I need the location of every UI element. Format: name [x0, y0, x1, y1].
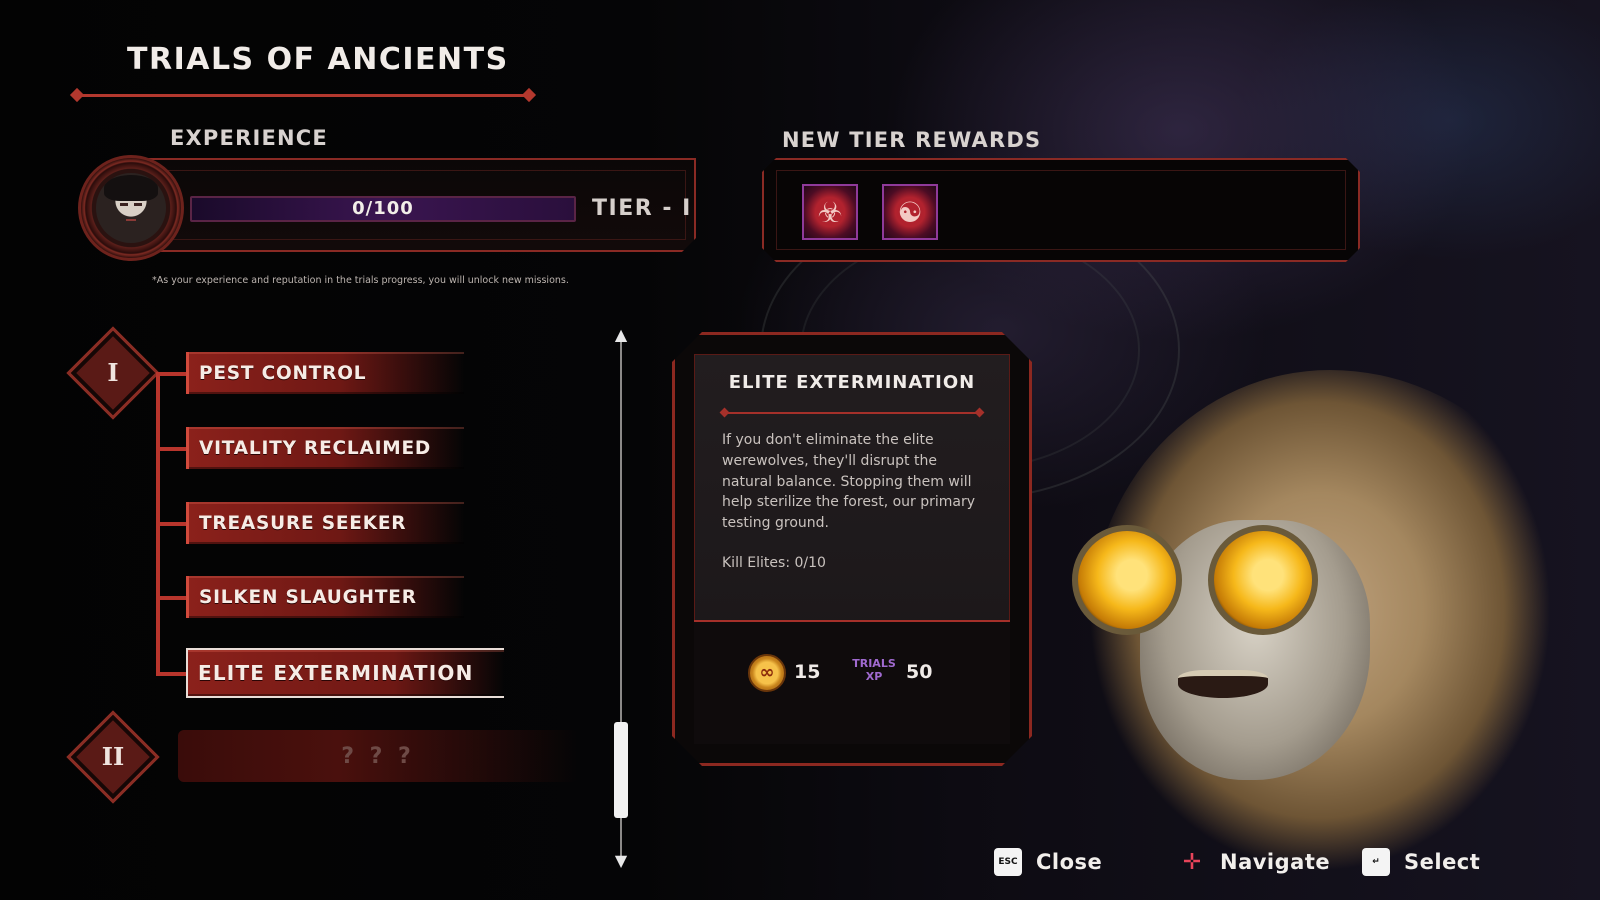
trials-xp-label-bottom: XP [865, 670, 883, 683]
scrollbar-thumb[interactable] [614, 722, 628, 818]
tree-connector [156, 596, 186, 600]
character-goggle-left [1072, 525, 1182, 635]
enter-key-icon: ↵ [1362, 848, 1390, 876]
select-label: Select [1404, 850, 1481, 874]
mission-silken-slaughter[interactable]: SILKEN SLAUGHTER [186, 576, 464, 618]
coin-reward-value: 15 [794, 661, 821, 683]
navigate-prompt[interactable]: ✛ Navigate [1178, 848, 1330, 876]
character-goggle-right [1208, 525, 1318, 635]
mission-vitality-reclaimed[interactable]: VITALITY RECLAIMED [186, 427, 464, 469]
tree-connector [156, 522, 186, 526]
beast-maw-icon[interactable]: ☣ [802, 184, 858, 240]
close-prompt[interactable]: ESC Close [994, 848, 1102, 876]
locked-label: ? ? ? [341, 743, 415, 769]
coin-icon: ∞ [748, 654, 786, 692]
mission-pest-control[interactable]: PEST CONTROL [186, 352, 464, 394]
title-divider [76, 94, 530, 97]
xp-reward-value: 50 [906, 661, 933, 683]
navigate-label: Navigate [1220, 850, 1331, 874]
mission-label: PEST CONTROL [199, 362, 367, 384]
character-mouth [1178, 670, 1268, 698]
tier-1-numeral: I [107, 358, 119, 387]
tree-connector [156, 672, 186, 676]
mission-description: If you don't eliminate the elite werewol… [722, 432, 976, 532]
experience-label: EXPERIENCE [170, 126, 328, 150]
mission-label: SILKEN SLAUGHTER [199, 586, 417, 608]
dpad-icon: ✛ [1182, 849, 1202, 875]
tree-connector [156, 447, 186, 451]
rewards-panel-inner [776, 170, 1346, 250]
esc-key-icon: ESC [994, 848, 1022, 876]
tier-label: TIER - I [592, 196, 692, 221]
page-title: TRIALS OF ANCIENTS [127, 42, 509, 77]
rewards-label: NEW TIER REWARDS [782, 128, 1042, 152]
experience-value: 0/100 [352, 198, 414, 219]
locked-mission-slot[interactable]: ? ? ? [178, 730, 578, 782]
close-label: Close [1036, 850, 1103, 874]
mission-label: ELITE EXTERMINATION [198, 661, 474, 685]
tree-connector [156, 372, 186, 376]
mission-objective: Kill Elites: 0/10 [722, 555, 826, 571]
mission-treasure-seeker[interactable]: TREASURE SEEKER [186, 502, 464, 544]
chain-bomb-icon[interactable]: ☯ [882, 184, 938, 240]
tier-2-numeral: II [101, 742, 125, 771]
trials-xp-label: TRIALS XP [846, 657, 902, 683]
scroll-up-arrow-icon[interactable]: ▲ [612, 326, 630, 344]
avatar [96, 173, 166, 243]
select-prompt[interactable]: ↵ Select [1362, 848, 1480, 876]
trials-xp-label-top: TRIALS [852, 657, 896, 670]
mission-label: VITALITY RECLAIMED [199, 437, 432, 459]
mission-elite-extermination[interactable]: ELITE EXTERMINATION [186, 648, 504, 698]
mission-detail-title: ELITE EXTERMINATION [728, 372, 976, 393]
mission-detail-divider [724, 412, 980, 414]
mission-label: TREASURE SEEKER [199, 512, 407, 534]
scroll-down-arrow-icon[interactable]: ▼ [612, 852, 630, 870]
experience-note: *As your experience and reputation in th… [152, 275, 569, 286]
